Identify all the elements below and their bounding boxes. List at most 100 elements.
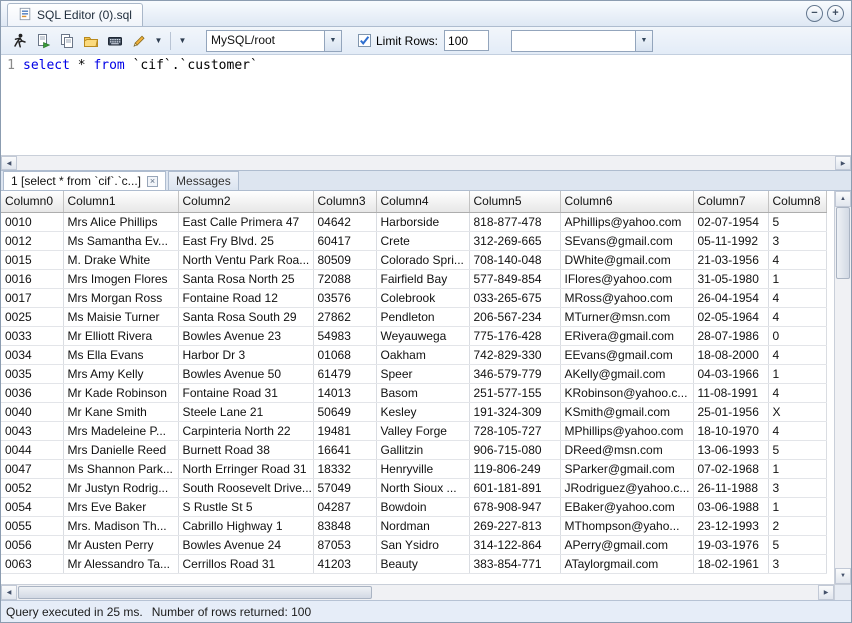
table-cell[interactable]: 5 (768, 535, 826, 554)
scroll-right-icon[interactable]: ▶ (818, 585, 834, 600)
table-row[interactable]: 0010Mrs Alice PhillipsEast Calle Primera… (1, 212, 826, 231)
close-icon[interactable]: × (147, 176, 158, 187)
table-row[interactable]: 0056Mr Austen PerryBowles Avenue 2487053… (1, 535, 826, 554)
table-cell[interactable]: East Fry Blvd. 25 (178, 231, 313, 250)
table-cell[interactable]: 0036 (1, 383, 63, 402)
table-cell[interactable]: 906-715-080 (469, 440, 560, 459)
scroll-down-icon[interactable]: ▼ (835, 568, 851, 584)
table-cell[interactable]: Colebrook (376, 288, 469, 307)
table-row[interactable]: 0063Mr Alessandro Ta...Cerrillos Road 31… (1, 554, 826, 573)
table-cell[interactable]: 0055 (1, 516, 63, 535)
table-cell[interactable]: 1 (768, 364, 826, 383)
table-cell[interactable]: Fontaine Road 31 (178, 383, 313, 402)
snippets-dropdown-button[interactable]: ▼ (151, 29, 166, 53)
table-cell[interactable]: Colorado Spri... (376, 250, 469, 269)
editor-scroll-track[interactable] (17, 156, 835, 170)
table-cell[interactable]: 31-05-1980 (693, 269, 768, 288)
table-cell[interactable]: 18-10-1970 (693, 421, 768, 440)
table-row[interactable]: 0035Mrs Amy KellyBowles Avenue 5061479Sp… (1, 364, 826, 383)
table-cell[interactable]: DWhite@gmail.com (560, 250, 693, 269)
table-cell[interactable]: 0016 (1, 269, 63, 288)
table-cell[interactable]: 678-908-947 (469, 497, 560, 516)
column-header[interactable]: Column3 (313, 191, 376, 212)
table-cell[interactable]: Speer (376, 364, 469, 383)
table-cell[interactable]: 87053 (313, 535, 376, 554)
toolbar-overflow-dropdown-button[interactable]: ▼ (175, 29, 190, 53)
table-cell[interactable]: 0043 (1, 421, 63, 440)
table-cell[interactable]: MTurner@msn.com (560, 307, 693, 326)
table-cell[interactable]: 312-269-665 (469, 231, 560, 250)
code-line[interactable]: select * from `cif`.`customer` (19, 55, 851, 155)
table-cell[interactable]: 119-806-249 (469, 459, 560, 478)
table-row[interactable]: 0033Mr Elliott RiveraBowles Avenue 23549… (1, 326, 826, 345)
table-cell[interactable]: KRobinson@yahoo.c... (560, 383, 693, 402)
table-cell[interactable]: 27862 (313, 307, 376, 326)
table-cell[interactable]: 23-12-1993 (693, 516, 768, 535)
table-cell[interactable]: 26-04-1954 (693, 288, 768, 307)
table-cell[interactable]: Oakham (376, 345, 469, 364)
open-file-button[interactable] (79, 29, 103, 53)
table-cell[interactable]: Mrs Morgan Ross (63, 288, 178, 307)
table-cell[interactable]: 728-105-727 (469, 421, 560, 440)
table-row[interactable]: 0055Mrs. Madison Th...Cabrillo Highway 1… (1, 516, 826, 535)
table-cell[interactable]: Mr Kade Robinson (63, 383, 178, 402)
table-cell[interactable]: Mrs Madeleine P... (63, 421, 178, 440)
table-cell[interactable]: Fairfield Bay (376, 269, 469, 288)
table-cell[interactable]: ERivera@gmail.com (560, 326, 693, 345)
table-cell[interactable]: M. Drake White (63, 250, 178, 269)
table-cell[interactable]: Mrs Eve Baker (63, 497, 178, 516)
table-row[interactable]: 0052Mr Justyn Rodrig...South Roosevelt D… (1, 478, 826, 497)
table-row[interactable]: 0044Mrs Danielle ReedBurnett Road 381664… (1, 440, 826, 459)
table-cell[interactable]: 4 (768, 288, 826, 307)
column-header[interactable]: Column1 (63, 191, 178, 212)
column-header[interactable]: Column0 (1, 191, 63, 212)
connection-combobox[interactable]: MySQL/root ▼ (206, 30, 342, 52)
table-cell[interactable]: 02-07-1954 (693, 212, 768, 231)
results-horizontal-scrollbar[interactable]: ◀ ▶ (1, 584, 851, 600)
column-header[interactable]: Column4 (376, 191, 469, 212)
table-cell[interactable]: APhillips@yahoo.com (560, 212, 693, 231)
table-cell[interactable]: 0047 (1, 459, 63, 478)
results-tab-query[interactable]: 1 [select * from `cif`.`c...] × (3, 171, 166, 190)
table-cell[interactable]: San Ysidro (376, 535, 469, 554)
table-cell[interactable]: 03576 (313, 288, 376, 307)
table-cell[interactable]: MPhillips@yahoo.com (560, 421, 693, 440)
table-cell[interactable]: AKelly@gmail.com (560, 364, 693, 383)
table-cell[interactable]: 04287 (313, 497, 376, 516)
column-header[interactable]: Column8 (768, 191, 826, 212)
table-cell[interactable]: Steele Lane 21 (178, 402, 313, 421)
horizontal-scroll-track[interactable] (17, 585, 818, 600)
table-cell[interactable]: 19-03-1976 (693, 535, 768, 554)
table-cell[interactable]: 21-03-1956 (693, 250, 768, 269)
table-cell[interactable]: Bowdoin (376, 497, 469, 516)
table-cell[interactable]: 742-829-330 (469, 345, 560, 364)
table-cell[interactable]: 0063 (1, 554, 63, 573)
table-cell[interactable]: 61479 (313, 364, 376, 383)
table-cell[interactable]: 18-02-1961 (693, 554, 768, 573)
table-cell[interactable]: 04-03-1966 (693, 364, 768, 383)
maximize-group-button[interactable]: + (827, 5, 844, 22)
table-cell[interactable]: Mrs Alice Phillips (63, 212, 178, 231)
table-cell[interactable]: 13-06-1993 (693, 440, 768, 459)
table-cell[interactable]: North Erringer Road 31 (178, 459, 313, 478)
table-cell[interactable]: 5 (768, 440, 826, 459)
table-cell[interactable]: 0015 (1, 250, 63, 269)
table-cell[interactable]: Harbor Dr 3 (178, 345, 313, 364)
table-cell[interactable]: 0025 (1, 307, 63, 326)
table-row[interactable]: 0034Ms Ella EvansHarbor Dr 301068Oakham7… (1, 345, 826, 364)
table-cell[interactable]: Ms Samantha Ev... (63, 231, 178, 250)
table-row[interactable]: 0047Ms Shannon Park...North Erringer Roa… (1, 459, 826, 478)
table-cell[interactable]: 0017 (1, 288, 63, 307)
table-cell[interactable]: 4 (768, 345, 826, 364)
table-cell[interactable]: 5 (768, 212, 826, 231)
table-cell[interactable]: Cabrillo Highway 1 (178, 516, 313, 535)
table-cell[interactable]: Nordman (376, 516, 469, 535)
table-cell[interactable]: 2 (768, 516, 826, 535)
vertical-scroll-thumb[interactable] (836, 207, 850, 279)
table-cell[interactable]: 251-577-155 (469, 383, 560, 402)
sql-history-button[interactable] (55, 29, 79, 53)
table-cell[interactable]: Mr Alessandro Ta... (63, 554, 178, 573)
column-header[interactable]: Column5 (469, 191, 560, 212)
table-cell[interactable]: 83848 (313, 516, 376, 535)
table-cell[interactable]: Santa Rosa North 25 (178, 269, 313, 288)
